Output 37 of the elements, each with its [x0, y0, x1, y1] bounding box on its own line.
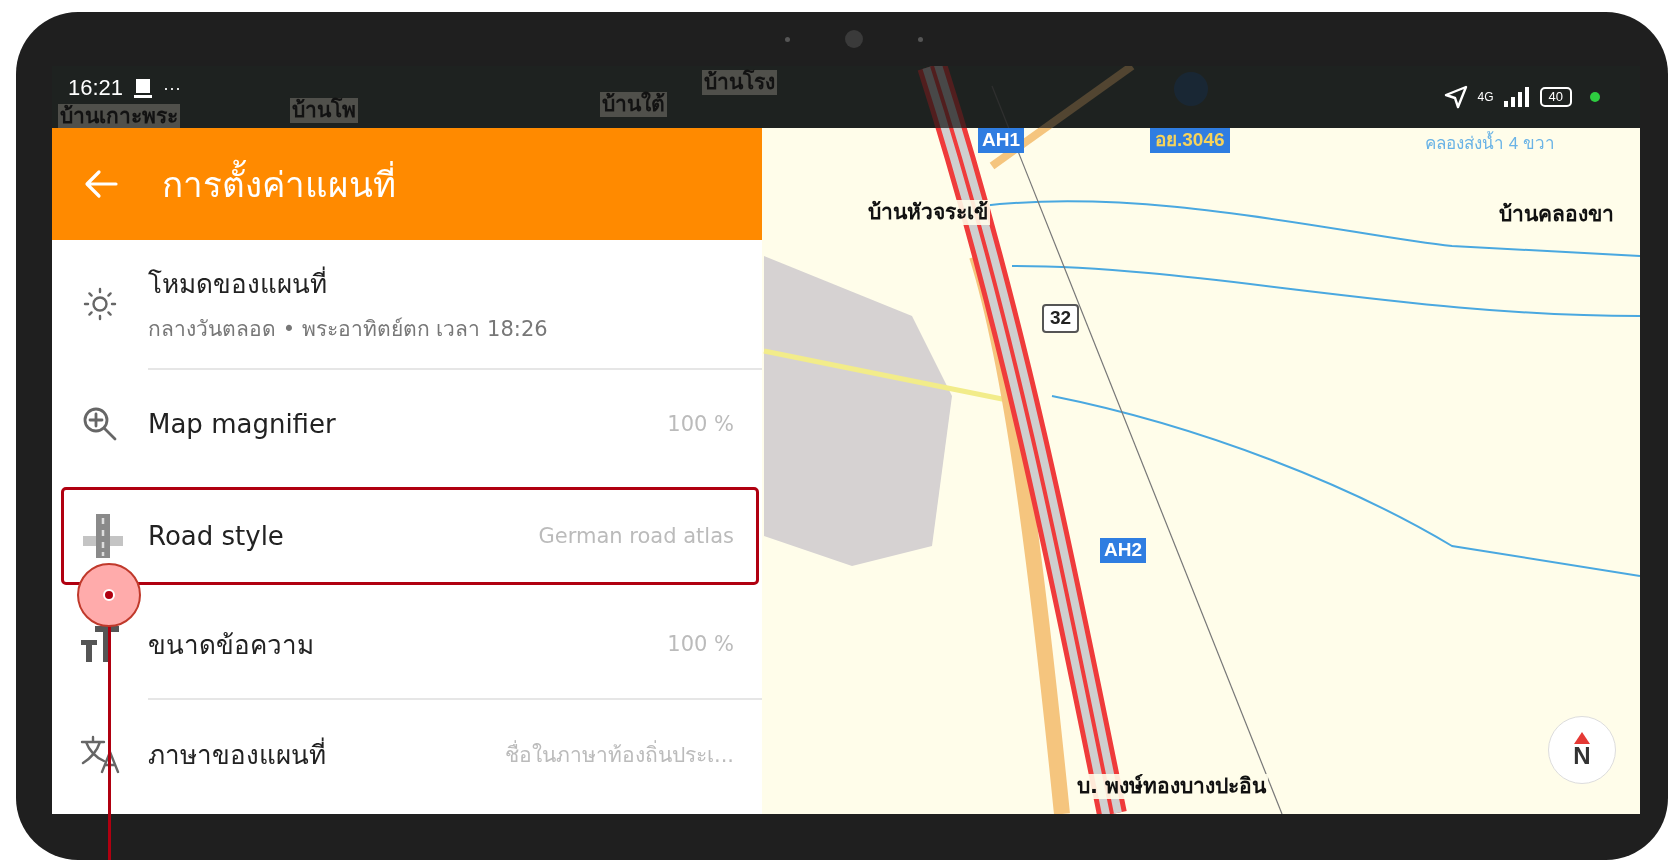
- zoom-in-icon: [82, 406, 118, 442]
- screen-title: การตั้งค่าแผนที่: [162, 156, 396, 212]
- clock-time: 16:21: [68, 76, 124, 100]
- setting-title: Map magnifier: [148, 409, 337, 439]
- sensor-icon: [918, 36, 923, 42]
- signal-icon: [1503, 87, 1530, 107]
- back-arrow-icon: [84, 169, 118, 199]
- more-notifications: ···: [163, 77, 182, 99]
- camera-icon: [845, 30, 863, 48]
- setting-title: โหมดของแผนที่: [148, 263, 734, 304]
- setting-title: Road style: [148, 521, 285, 551]
- road-shield: 32: [1042, 304, 1080, 333]
- place-label: บ. พงษ์ทองบางปะอิน: [1075, 774, 1269, 800]
- place-label: บ้านหัวจระเข้: [866, 200, 990, 226]
- settings-row[interactable]: Map magnifier 100 %: [52, 370, 762, 478]
- setting-title: ภาษาของแผนที่: [148, 736, 327, 772]
- settings-row[interactable]: Road style German road atlas: [58, 484, 762, 588]
- road-icon: [83, 514, 123, 558]
- setting-value: ชื่อในภาษาท้องถิ่นประเ...: [504, 739, 734, 769]
- setting-summary: กลางวันตลอด • พระอาทิตย์ตก เวลา 18:26: [148, 316, 549, 343]
- active-dot: [1590, 92, 1600, 102]
- settings-row[interactable]: โหมดของแผนที่ กลางวันตลอด • พระอาทิตย์ตก เวลา 18:26: [52, 240, 762, 368]
- setting-value: 100 %: [667, 632, 734, 656]
- battery-indicator: 40: [1539, 87, 1572, 107]
- translate-icon: [80, 734, 120, 774]
- sun-icon: [83, 287, 117, 321]
- route-badge: AH2: [1100, 538, 1146, 563]
- network-type: 4G: [1477, 90, 1494, 104]
- sensor-icon: [785, 36, 790, 42]
- north-arrow-icon: [1574, 732, 1590, 744]
- setting-title: ขนาดข้อความ: [148, 628, 315, 662]
- navigation-arrow-icon: [1443, 85, 1468, 109]
- settings-row[interactable]: ภาษาของแผนที่ ชื่อในภาษาท้องถิ่นประเ...: [52, 700, 762, 808]
- setting-value: 100 %: [667, 412, 734, 436]
- setting-value: German road atlas: [538, 524, 734, 548]
- road-number-badge: อย.3046: [1150, 128, 1230, 153]
- route-badge: AH1: [978, 128, 1024, 153]
